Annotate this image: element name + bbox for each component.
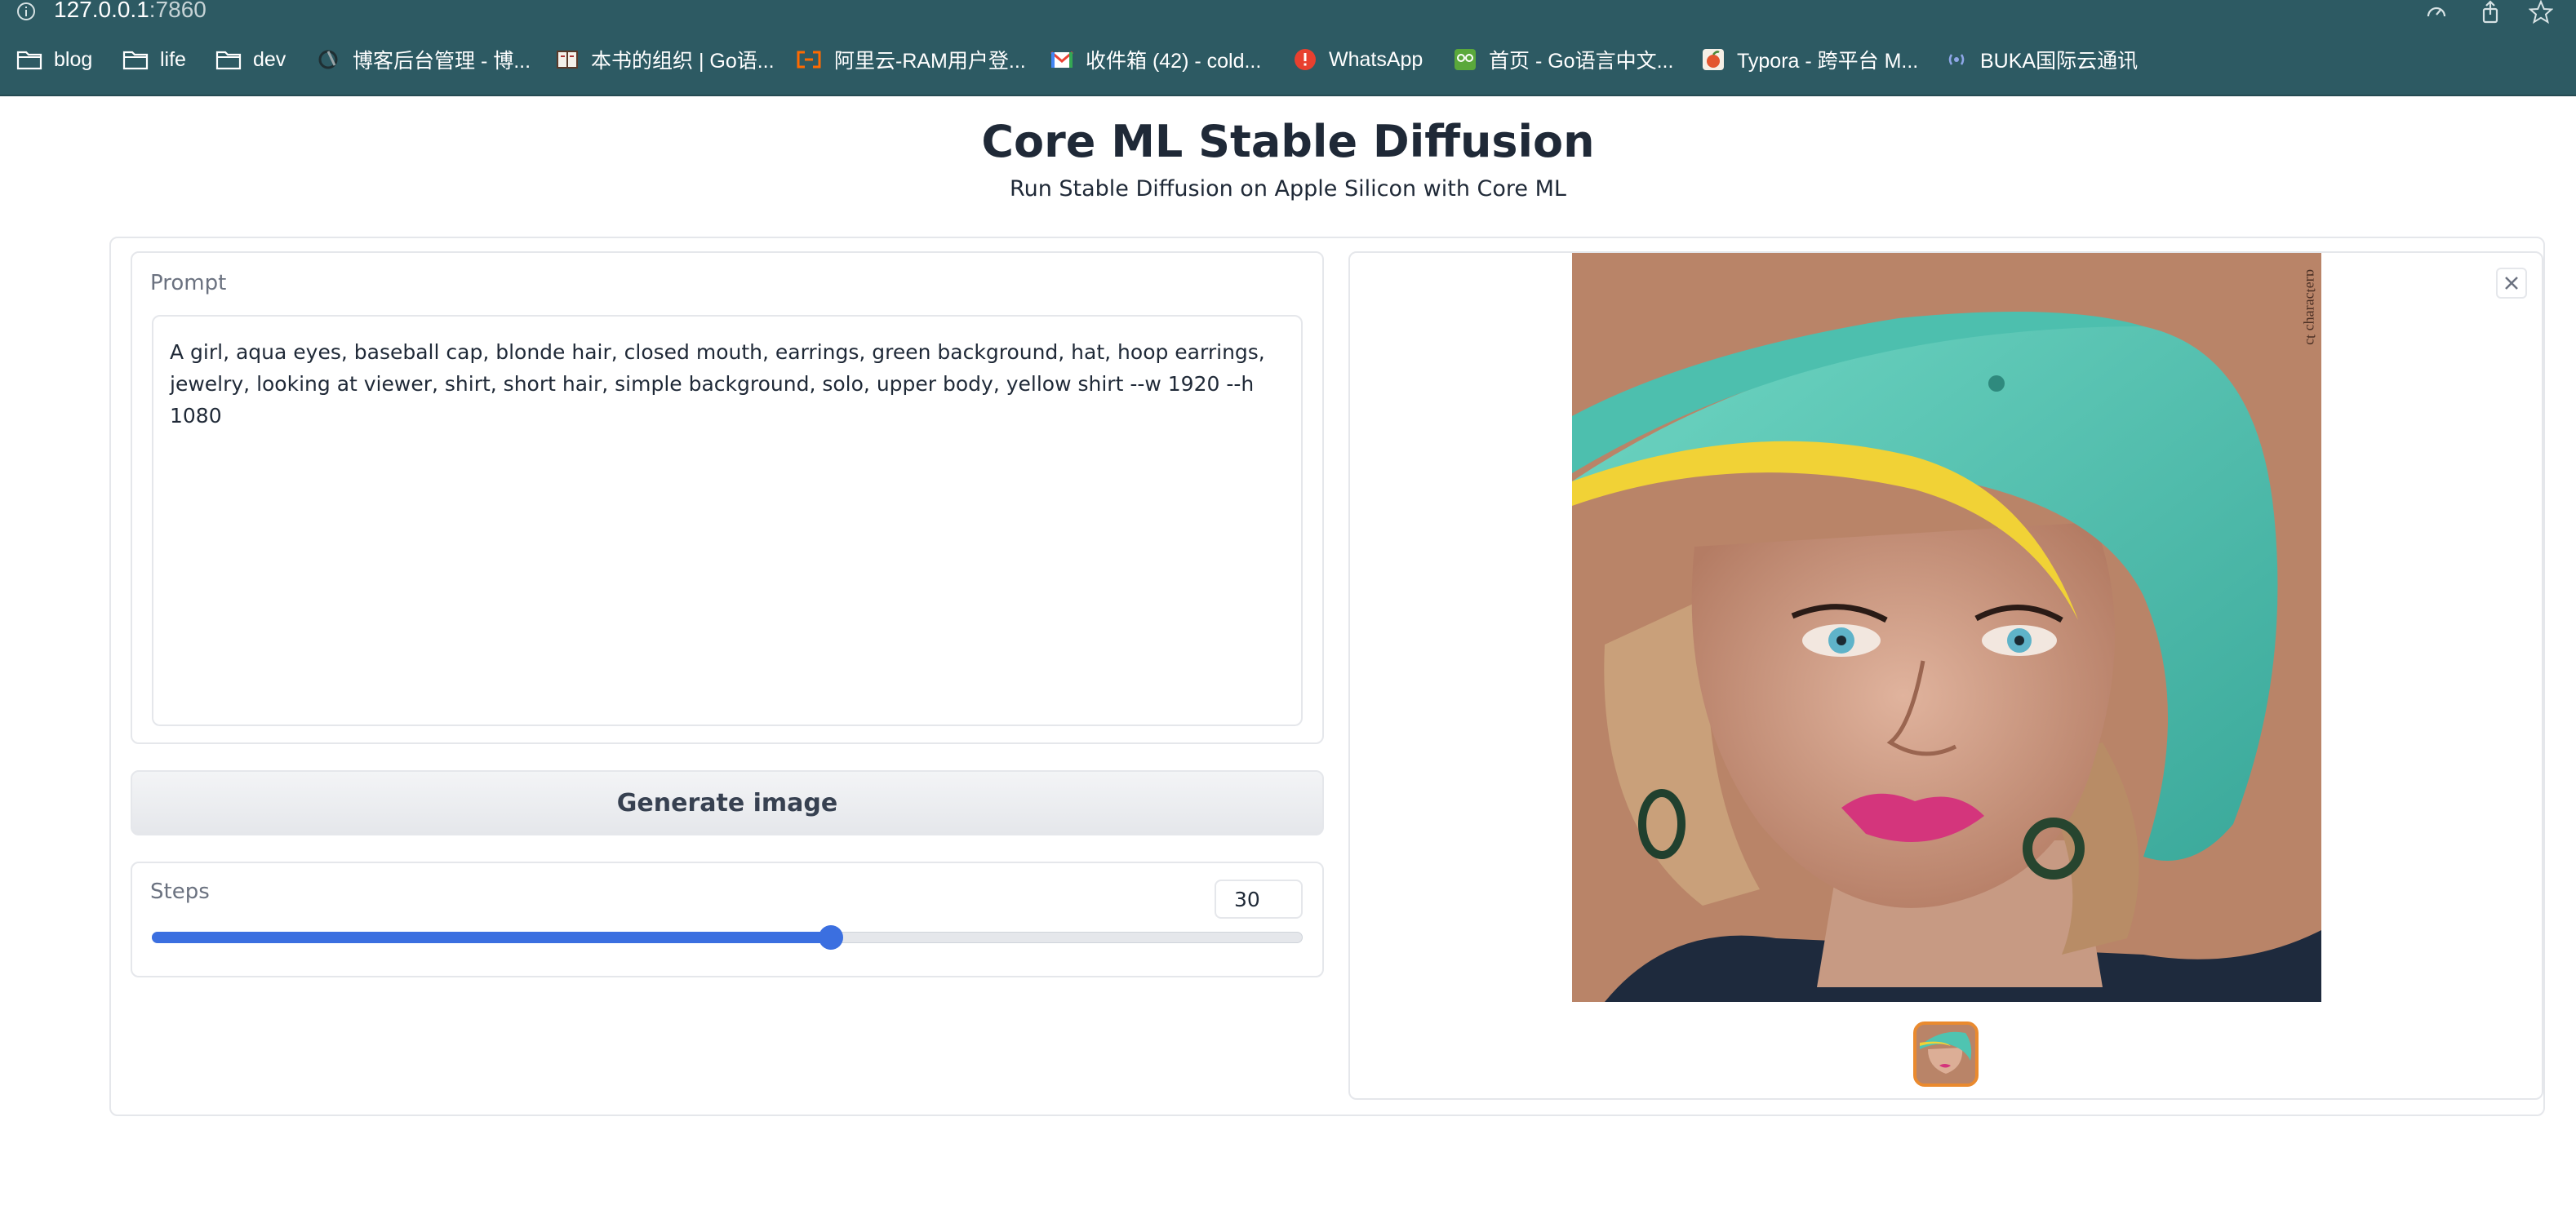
bookmarks-bar: blog life dev 博客后台管理 - 博... 本书的组织 | Go语.… <box>0 24 2576 96</box>
bookmark-label: 收件箱 (42) - cold... <box>1086 50 1262 73</box>
bookmark-label: 本书的组织 | Go语... <box>591 50 775 73</box>
bookmark-label: 首页 - Go语言中文... <box>1489 50 1674 73</box>
steps-slider-thumb[interactable] <box>818 925 843 950</box>
address-bar[interactable]: 127.0.0.1:7860 <box>0 0 2576 24</box>
url-host: 127.0.0.1 <box>54 0 149 22</box>
bookmark-label: BUKA国际云通讯 <box>1980 50 2139 73</box>
steps-slider-fill <box>152 932 831 943</box>
url-port: :7860 <box>149 0 207 22</box>
whatsapp-favicon <box>1295 49 1316 70</box>
bookmark-label: dev <box>253 47 286 71</box>
bookmark-gmail[interactable]: 收件箱 (42) - cold... <box>1050 24 1261 95</box>
go-favicon <box>1455 49 1476 70</box>
buka-favicon <box>1948 54 1965 65</box>
folder-icon <box>215 51 242 70</box>
bookmark-label: Typora - 跨平台 M... <box>1737 50 1919 73</box>
folder-icon <box>16 51 42 70</box>
generate-image-button[interactable]: Generate image <box>131 770 1324 835</box>
bookmark-aliyun[interactable]: 阿里云-RAM用户登... <box>795 24 1026 95</box>
site-favicon <box>318 50 338 69</box>
bookmark-typora[interactable]: Typora - 跨平台 M... <box>1701 24 1918 95</box>
gmail-favicon <box>1050 51 1073 68</box>
bookmark-blog-admin[interactable]: 博客后台管理 - 博... <box>317 24 531 95</box>
prompt-textarea[interactable]: A girl, aqua eyes, baseball cap, blonde … <box>152 315 1303 726</box>
bookmark-buka[interactable]: BUKA国际云通讯 <box>1944 24 2138 95</box>
bookmark-label: WhatsApp <box>1329 47 1423 71</box>
star-icon[interactable] <box>2529 0 2553 24</box>
bookmark-blog[interactable]: blog <box>16 24 92 95</box>
close-image-button[interactable] <box>2496 268 2527 299</box>
bookmark-dev[interactable]: dev <box>215 24 286 95</box>
steps-label: Steps <box>150 880 210 904</box>
svg-text:ɑɹǝʇɔɐɹɐɥɔ ʇɔ: ɑɹǝʇɔɐɹɐɥɔ ʇɔ <box>2303 269 2320 345</box>
portrait-thumbnail[interactable] <box>1913 1021 1979 1087</box>
url-text[interactable]: 127.0.0.1:7860 <box>54 0 207 23</box>
bookmark-label: 阿里云-RAM用户登... <box>834 50 1026 73</box>
bookmark-label: life <box>160 47 186 71</box>
info-icon[interactable] <box>15 0 38 23</box>
prompt-label: Prompt <box>150 271 227 295</box>
book-favicon <box>557 51 578 69</box>
bookmark-whatsapp[interactable]: WhatsApp <box>1293 24 1423 95</box>
bookmark-go-book[interactable]: 本书的组织 | Go语... <box>555 24 775 95</box>
typora-favicon <box>1703 49 1724 70</box>
bookmark-label: blog <box>54 47 93 71</box>
close-icon <box>2505 277 2518 290</box>
generated-portrait-image[interactable]: ɑɹǝʇɔɐɹɐɥɔ ʇɔ <box>1572 253 2321 1002</box>
bookmark-label: 博客后台管理 - 博... <box>353 50 531 73</box>
page-title: Core ML Stable Diffusion <box>981 116 1595 167</box>
steps-card <box>131 862 1324 977</box>
aliyun-favicon <box>797 51 821 69</box>
folder-icon <box>122 51 149 70</box>
page-subtitle: Run Stable Diffusion on Apple Silicon wi… <box>1010 176 1566 202</box>
performance-icon[interactable] <box>2424 0 2449 24</box>
thumbnail-image <box>1916 1025 1975 1084</box>
bookmark-life[interactable]: life <box>122 24 186 95</box>
share-icon[interactable] <box>2478 0 2503 24</box>
steps-number-input[interactable] <box>1215 880 1303 919</box>
bookmark-go-cn[interactable]: 首页 - Go语言中文... <box>1453 24 1673 95</box>
